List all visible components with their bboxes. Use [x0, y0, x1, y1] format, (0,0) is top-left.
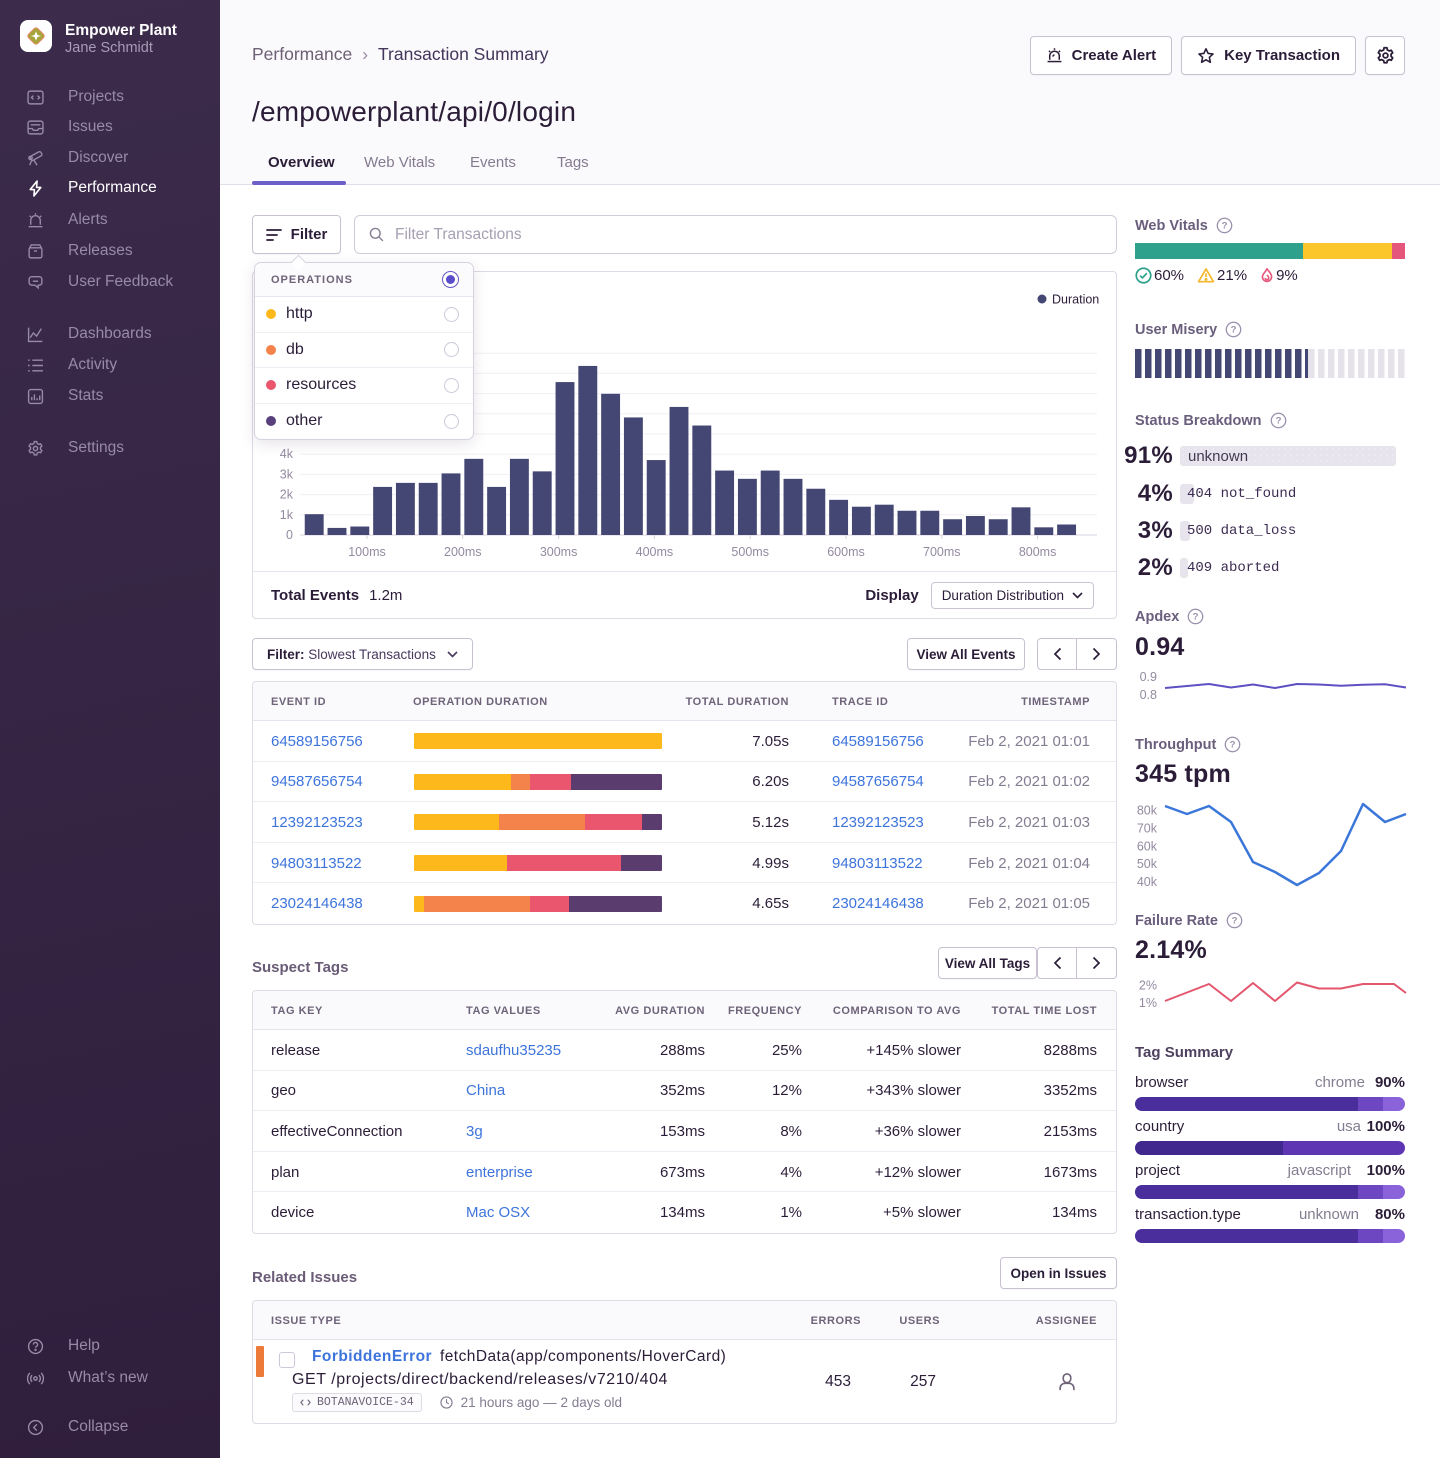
svg-text:?: ? — [1231, 325, 1237, 336]
svg-text:0.8: 0.8 — [1140, 688, 1157, 702]
svg-text:3k: 3k — [280, 467, 294, 481]
svg-text:800ms: 800ms — [1019, 545, 1057, 559]
svg-text:80k: 80k — [1137, 804, 1158, 818]
svg-text:600ms: 600ms — [827, 545, 865, 559]
svg-text:500ms: 500ms — [731, 545, 769, 559]
svg-text:?: ? — [1193, 612, 1199, 623]
svg-text:100ms: 100ms — [348, 545, 386, 559]
svg-text:60k: 60k — [1137, 840, 1158, 854]
svg-text:4k: 4k — [280, 447, 294, 461]
svg-text:400ms: 400ms — [636, 545, 674, 559]
svg-text:?: ? — [1232, 916, 1238, 927]
svg-text:300ms: 300ms — [540, 545, 578, 559]
svg-text:700ms: 700ms — [923, 545, 961, 559]
svg-text:0.9: 0.9 — [1140, 670, 1157, 684]
svg-text:1%: 1% — [1139, 996, 1157, 1010]
svg-text:70k: 70k — [1137, 822, 1158, 836]
svg-text:2%: 2% — [1139, 979, 1157, 993]
svg-text:50k: 50k — [1137, 857, 1158, 871]
svg-text:0: 0 — [286, 528, 293, 542]
svg-text:40k: 40k — [1137, 875, 1158, 889]
svg-text:1k: 1k — [280, 508, 294, 522]
svg-text:2k: 2k — [280, 488, 294, 502]
svg-text:?: ? — [1275, 416, 1281, 427]
svg-text:Duration: Duration — [1052, 293, 1099, 307]
svg-text:?: ? — [1230, 740, 1236, 751]
svg-text:200ms: 200ms — [444, 545, 482, 559]
svg-text:?: ? — [1221, 221, 1227, 232]
